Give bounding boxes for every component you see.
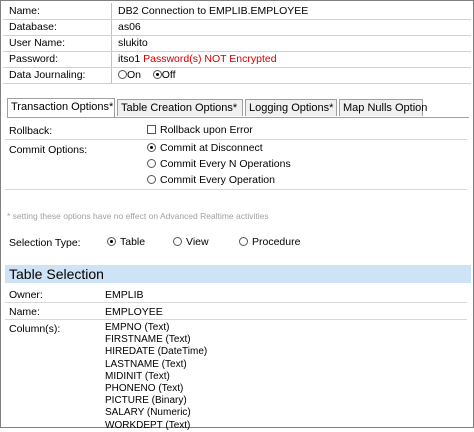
- column-item: PHONENO (Text): [105, 383, 184, 395]
- username-value: slukito: [118, 37, 148, 49]
- name-value: DB2 Connection to EMPLIB.EMPLOYEE: [118, 5, 309, 17]
- column-item: LASTNAME (Text): [105, 358, 187, 370]
- rollback-checkbox[interactable]: Rollback upon Error: [147, 124, 253, 136]
- prop-row-password: Password: itso1 Password(s) NOT Encrypte…: [3, 51, 471, 68]
- journaling-on-label: On: [127, 69, 142, 81]
- commit-every-n-radio[interactable]: Commit Every N Operations: [147, 158, 291, 170]
- columns-label: Column(s):: [9, 323, 61, 335]
- options-note: * setting these options have no effect o…: [7, 211, 269, 221]
- commit-every-operation-radio[interactable]: Commit Every Operation: [147, 174, 275, 186]
- tab-underline: [7, 117, 469, 118]
- prop-row-database: Database: as06: [3, 19, 471, 36]
- selection-option-label: Table: [120, 236, 146, 248]
- prop-row-data-journaling: Data Journaling: On Off: [3, 67, 471, 84]
- checkbox-icon: [147, 125, 156, 134]
- tab-logging-options[interactable]: Logging Options*: [245, 99, 337, 116]
- commit-at-disconnect-radio[interactable]: Commit at Disconnect: [147, 142, 263, 154]
- data-journaling-options: On Off: [118, 69, 176, 81]
- prop-row-username: User Name: slukito: [3, 35, 471, 52]
- radio-icon: [147, 175, 156, 184]
- column-item: SALARY (Numeric): [105, 407, 191, 419]
- owner-label: Owner:: [9, 289, 43, 301]
- journaling-off-radio[interactable]: Off: [152, 69, 176, 81]
- tab-map-nulls-option[interactable]: Map Nulls Option: [339, 99, 427, 116]
- connection-properties-panel: Name: DB2 Connection to EMPLIB.EMPLOYEE …: [0, 0, 474, 431]
- radio-icon: [173, 237, 182, 246]
- table-name-label: Name:: [9, 306, 40, 318]
- password-value-wrap: itso1 Password(s) NOT Encrypted: [118, 53, 277, 65]
- password-value: itso1: [118, 53, 141, 65]
- radio-icon: [147, 159, 156, 168]
- radio-selected-icon: [107, 237, 116, 246]
- column-item: EMPNO (Text): [105, 322, 170, 333]
- column-item: FIRSTNAME (Text): [105, 334, 191, 346]
- column-item: HIREDATE (DateTime): [105, 346, 208, 358]
- selection-type-label: Selection Type:: [9, 237, 81, 249]
- radio-selected-icon: [147, 143, 156, 152]
- divider: [5, 302, 467, 303]
- table-selection-header: Table Selection: [5, 265, 471, 283]
- owner-value: EMPLIB: [105, 289, 144, 301]
- commit-option-label: Commit Every Operation: [160, 174, 275, 186]
- column-item: MIDINIT (Text): [105, 370, 170, 382]
- radio-selected-icon: [152, 70, 162, 79]
- database-value: as06: [118, 21, 141, 33]
- columns-list: EMPNO (Text) FIRSTNAME (Text) HIREDATE (…: [105, 322, 207, 432]
- tab-table-creation-options[interactable]: Table Creation Options*: [117, 99, 243, 116]
- selection-option-label: Procedure: [252, 236, 301, 248]
- selection-procedure-radio[interactable]: Procedure: [239, 236, 300, 248]
- divider: [5, 189, 467, 190]
- name-label: Name:: [9, 5, 40, 17]
- commit-option-label: Commit Every N Operations: [160, 158, 291, 170]
- radio-icon: [118, 70, 127, 79]
- selection-view-radio[interactable]: View: [173, 236, 209, 248]
- divider: [5, 319, 467, 320]
- data-journaling-label: Data Journaling:: [9, 69, 86, 81]
- password-warning: Password(s) NOT Encrypted: [143, 53, 277, 65]
- selection-table-radio[interactable]: Table: [107, 236, 145, 248]
- column-item: PICTURE (Binary): [105, 395, 187, 407]
- column-item: WORKDEPT (Text): [105, 419, 191, 431]
- tab-transaction-options[interactable]: Transaction Options*: [7, 98, 115, 117]
- radio-icon: [239, 237, 248, 246]
- commit-option-label: Commit at Disconnect: [160, 142, 263, 154]
- divider: [5, 139, 467, 140]
- journaling-on-radio[interactable]: On: [118, 69, 141, 81]
- password-label: Password:: [9, 53, 59, 65]
- database-label: Database:: [9, 21, 57, 33]
- table-name-value: EMPLOYEE: [105, 306, 163, 318]
- prop-row-name: Name: DB2 Connection to EMPLIB.EMPLOYEE: [3, 3, 471, 20]
- rollback-option-label: Rollback upon Error: [160, 124, 253, 136]
- selection-option-label: View: [186, 236, 209, 248]
- commit-options-label: Commit Options:: [9, 144, 88, 156]
- rollback-label: Rollback:: [9, 125, 53, 137]
- username-label: User Name:: [9, 37, 66, 49]
- journaling-off-label: Off: [161, 69, 176, 81]
